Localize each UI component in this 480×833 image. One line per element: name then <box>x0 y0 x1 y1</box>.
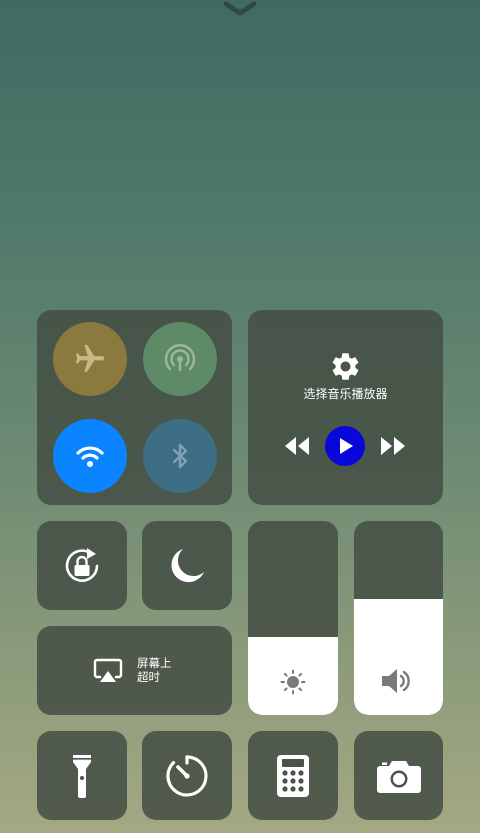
timer-button[interactable] <box>142 731 232 820</box>
bluetooth-icon <box>172 443 188 469</box>
fast-forward-icon[interactable] <box>380 436 406 456</box>
calculator-button[interactable] <box>248 731 338 820</box>
cellular-data-icon <box>164 343 196 371</box>
camera-icon <box>376 760 421 793</box>
airplane-mode-toggle[interactable] <box>53 322 127 396</box>
do-not-disturb-button[interactable] <box>142 521 232 610</box>
play-icon <box>340 438 353 454</box>
sun-icon <box>280 669 306 695</box>
airplay-icon <box>93 658 123 682</box>
calculator-icon <box>277 754 309 797</box>
cellular-data-toggle[interactable] <box>143 322 217 396</box>
rotation-lock-icon <box>65 547 99 582</box>
flashlight-icon <box>73 754 91 798</box>
wifi-toggle[interactable] <box>53 419 127 493</box>
volume-level-fill <box>354 598 443 715</box>
orientation-lock-button[interactable] <box>37 521 127 610</box>
music-panel[interactable]: 选择音乐播放器 <box>248 310 443 505</box>
brightness-slider[interactable] <box>248 521 338 715</box>
bluetooth-toggle[interactable] <box>143 419 217 493</box>
play-button[interactable] <box>325 426 365 466</box>
airplane-icon <box>75 344 105 372</box>
screen-mirroring-label: 屏幕上 超时 <box>137 656 172 684</box>
chevron-down-icon[interactable] <box>222 0 258 20</box>
timer-icon <box>166 754 208 797</box>
music-player-label: 选择音乐播放器 <box>303 387 388 401</box>
gear-icon[interactable] <box>329 350 362 383</box>
wifi-icon <box>76 446 104 467</box>
flashlight-button[interactable] <box>37 731 127 820</box>
volume-slider[interactable] <box>354 521 443 715</box>
rewind-icon[interactable] <box>284 436 310 456</box>
speaker-icon <box>382 669 410 693</box>
camera-button[interactable] <box>354 731 443 820</box>
connectivity-panel <box>37 310 232 505</box>
screen-mirroring-button[interactable]: 屏幕上 超时 <box>37 626 232 715</box>
moon-icon <box>171 548 204 582</box>
